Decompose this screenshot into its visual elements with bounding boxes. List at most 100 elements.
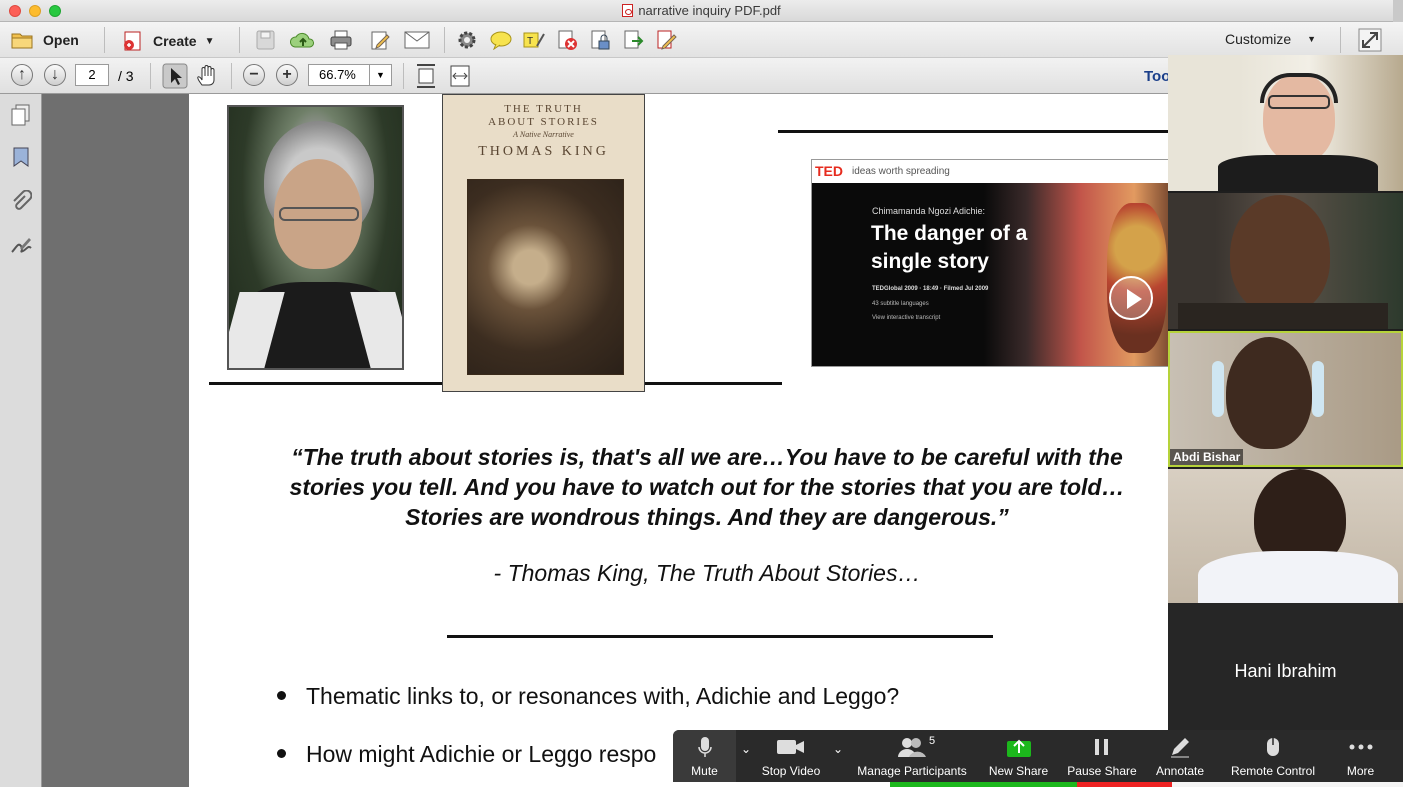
pencil-icon xyxy=(1171,738,1189,758)
annotate-button[interactable]: Annotate xyxy=(1148,730,1212,782)
play-icon[interactable] xyxy=(1109,276,1153,320)
tools-tab[interactable]: Too xyxy=(1144,68,1170,85)
book-cover: THE TRUTH ABOUT STORIES A Native Narrati… xyxy=(442,94,645,392)
navigation-pane xyxy=(0,94,42,787)
book-title-line1: THE TRUTH xyxy=(504,103,583,115)
create-label: Create xyxy=(153,33,197,49)
signatures-panel-icon[interactable] xyxy=(10,234,32,256)
ted-header: TED ideas worth spreading xyxy=(812,160,1169,183)
mute-button[interactable]: Mute xyxy=(673,730,736,782)
comment-icon[interactable] xyxy=(489,30,513,50)
headphones-icon xyxy=(1312,361,1324,417)
window-edge xyxy=(1393,0,1403,22)
bullet-item: How might Adichie or Leggo respo xyxy=(277,741,656,768)
zoom-in-button[interactable]: + xyxy=(276,64,298,86)
create-button[interactable]: Create ▼ xyxy=(121,30,215,52)
hand-tool-icon[interactable] xyxy=(195,63,219,89)
cloud-upload-icon[interactable] xyxy=(290,30,316,50)
book-cover-photo xyxy=(467,179,624,375)
zoom-out-button[interactable]: − xyxy=(243,64,265,86)
gear-icon[interactable] xyxy=(457,30,477,50)
page-number-input[interactable]: 2 xyxy=(75,64,109,86)
participant-count-badge: 5 xyxy=(929,735,936,747)
pause-share-button[interactable]: Pause Share xyxy=(1063,730,1141,782)
window-title: narrative inquiry PDF.pdf xyxy=(0,3,1403,18)
new-share-button[interactable]: New Share xyxy=(981,730,1056,782)
audio-options-button[interactable]: ⌄ xyxy=(736,730,756,782)
annotate-label: Annotate xyxy=(1155,764,1205,778)
participant-name: Hani Ibrahim xyxy=(1234,661,1337,681)
document-background xyxy=(42,94,189,787)
next-page-button[interactable]: ↓ xyxy=(44,64,66,86)
zoom-level-select[interactable]: 66.7% ▼ xyxy=(308,64,392,86)
new-share-label: New Share xyxy=(988,764,1049,778)
svg-text:T: T xyxy=(527,36,533,47)
secure-document-icon[interactable] xyxy=(589,29,611,51)
fullscreen-icon[interactable] xyxy=(1358,28,1382,52)
previous-page-button[interactable]: ↑ xyxy=(11,64,33,86)
toolbar-separator xyxy=(1340,27,1341,53)
chevron-down-icon: ⌄ xyxy=(740,742,752,756)
delete-page-icon[interactable] xyxy=(556,29,578,51)
fit-page-icon[interactable] xyxy=(415,63,437,89)
quote-attribution: - Thomas King, The Truth About Stories… xyxy=(493,560,921,586)
toolbar-separator xyxy=(231,63,232,89)
video-tile-participant-5[interactable]: Hani Ibrahim xyxy=(1168,603,1403,740)
export-page-icon[interactable] xyxy=(622,29,644,51)
manage-participants-label: Manage Participants xyxy=(857,764,967,778)
ted-subtitles: 43 subtitle languages xyxy=(872,301,929,307)
remote-control-label: Remote Control xyxy=(1230,764,1316,778)
highlight-text-icon[interactable]: T xyxy=(522,30,546,50)
ted-logo: TED xyxy=(815,163,843,179)
ted-video-thumbnail[interactable]: TED ideas worth spreading Chimamanda Ngo… xyxy=(811,159,1169,367)
bookmarks-panel-icon[interactable] xyxy=(10,146,32,168)
headset-icon xyxy=(1260,73,1338,103)
print-icon[interactable] xyxy=(329,29,353,51)
participant-face xyxy=(1226,337,1312,449)
attachments-panel-icon[interactable] xyxy=(10,190,32,212)
glasses xyxy=(279,207,359,221)
save-icon[interactable] xyxy=(255,30,277,50)
select-tool-icon[interactable] xyxy=(162,63,188,89)
toolbar-separator xyxy=(150,63,151,89)
ted-tagline: ideas worth spreading xyxy=(852,166,950,177)
more-button[interactable]: More xyxy=(1333,730,1388,782)
open-button[interactable]: Open xyxy=(10,30,79,50)
folder-icon xyxy=(11,33,33,49)
more-dots-icon xyxy=(1349,744,1372,750)
plus-icon: + xyxy=(282,66,292,83)
microphone-icon xyxy=(697,737,712,757)
edit-document-icon[interactable] xyxy=(369,29,391,51)
arrow-down-icon: ↓ xyxy=(51,66,59,83)
sign-document-icon[interactable] xyxy=(655,29,677,51)
video-tile-participant-1[interactable] xyxy=(1168,55,1403,191)
ted-video-frame: Chimamanda Ngozi Adichie: The danger of … xyxy=(812,183,1169,366)
arrow-up-icon: ↑ xyxy=(18,66,26,83)
horizontal-rule xyxy=(447,635,993,638)
video-options-button[interactable]: ⌄ xyxy=(828,730,848,782)
participant-name: Abdi Bishar xyxy=(1170,449,1244,465)
ted-talk-title-line2: single story xyxy=(871,250,989,273)
toolbar-separator xyxy=(104,27,105,53)
remote-control-button[interactable]: Remote Control xyxy=(1223,730,1323,782)
manage-participants-button[interactable]: 5 Manage Participants xyxy=(853,730,971,782)
chevron-down-icon: ▼ xyxy=(1307,34,1317,44)
page-total: / 3 xyxy=(118,68,134,84)
minus-icon: − xyxy=(249,66,259,83)
video-tile-participant-3[interactable]: Abdi Bishar xyxy=(1168,331,1403,467)
video-tile-participant-2[interactable] xyxy=(1168,193,1403,329)
ted-talk-meta: TEDGlobal 2009 · 18:49 · Filmed Jul 2009 xyxy=(872,286,989,292)
open-label: Open xyxy=(43,32,79,48)
chevron-down-icon: ⌄ xyxy=(832,742,844,756)
chevron-down-icon: ▼ xyxy=(369,65,391,85)
fit-width-icon[interactable] xyxy=(448,63,472,89)
ted-speaker: Chimamanda Ngozi Adichie: xyxy=(872,206,986,216)
mouse-icon xyxy=(1267,738,1279,756)
pages-panel-icon[interactable] xyxy=(10,104,32,126)
email-icon[interactable] xyxy=(404,31,430,49)
stop-video-button[interactable]: Stop Video xyxy=(756,730,826,782)
video-tile-participant-4[interactable] xyxy=(1168,469,1403,605)
more-label: More xyxy=(1346,764,1375,778)
ted-talk-title-line1: The danger of a xyxy=(871,222,1028,245)
customize-button[interactable]: Customize ▼ xyxy=(1225,31,1316,47)
